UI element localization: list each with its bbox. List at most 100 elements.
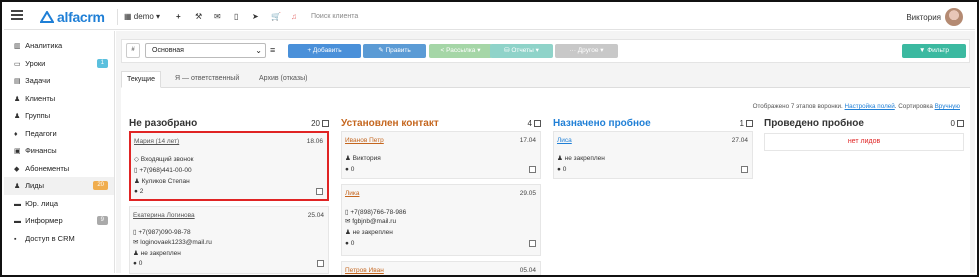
- count-badge: 9: [96, 216, 108, 225]
- sidebar-item-finance[interactable]: ▣ Финансы: [4, 142, 114, 160]
- cart-icon[interactable]: 🛒: [271, 12, 281, 21]
- sidebar-item-teachers[interactable]: ♦ Педагоги: [4, 125, 114, 143]
- sidebar-item-label: Финансы: [25, 146, 57, 155]
- stage-select-checkbox[interactable]: [322, 120, 329, 127]
- sidebar-item-analytics[interactable]: ▥ Аналитика: [4, 37, 114, 55]
- stage-column-unsorted: Не разобрано 20 Мария (14 лет) 18.06 ◇ В…: [129, 118, 329, 275]
- lead-card[interactable]: Петров Иван 05.04: [341, 261, 541, 275]
- lead-responsible: ♟ не закреплен: [557, 155, 605, 162]
- sidebar-item-groups[interactable]: ♟ Группы: [4, 107, 114, 125]
- count-badge: 1: [96, 58, 108, 68]
- tab-responsible[interactable]: Я — ответственный: [170, 71, 244, 88]
- grid-icon: ▦: [124, 12, 132, 21]
- lead-card[interactable]: Иванов Петр 17.04 ♟ Виктория ● 0: [341, 131, 541, 179]
- app-window: alfacrm ▦ demo ▾ + ⚒ ✉ ▯ ➤ 🛒 ♫ Поиск кли…: [0, 0, 979, 277]
- count-badge: 20: [93, 181, 108, 190]
- phone-icon[interactable]: ▯: [234, 12, 238, 21]
- lead-name-link[interactable]: Екатерина Логинова: [133, 212, 195, 219]
- main-area: # Основная ⌄ ≡ + Добавить ✎ Править < Рас…: [116, 31, 975, 275]
- stage-select-checkbox[interactable]: [746, 120, 753, 127]
- lead-card[interactable]: Мария (14 лет) 18.06 ◇ Входящий звонок ▯…: [129, 131, 329, 201]
- stage-count: 4: [528, 119, 541, 128]
- lead-card[interactable]: Екатерина Логинова 25.04 ▯ +7(987)090-98…: [129, 206, 329, 274]
- stage-count-value: 20: [311, 119, 320, 128]
- logo[interactable]: alfacrm: [40, 9, 105, 25]
- telegram-icon[interactable]: ➤: [252, 12, 259, 21]
- stage-title: Назначено пробное: [553, 118, 651, 129]
- sort-manual-link[interactable]: Вручную: [935, 103, 960, 110]
- sidebar-item-leads[interactable]: ♟ Лиды 20: [4, 177, 114, 195]
- avatar[interactable]: [945, 8, 963, 26]
- sort-label: . Сортировка: [894, 103, 935, 110]
- lead-name-link[interactable]: Мария (14 лет): [134, 138, 179, 145]
- reports-button[interactable]: ⛁ Отчеты ▾: [490, 44, 553, 58]
- list-icon[interactable]: ≡: [270, 45, 275, 55]
- filter-button[interactable]: ▼ Фильтр: [902, 44, 966, 58]
- lead-phone: ▯ +7(987)090-98-78: [133, 229, 191, 236]
- funnel-info-text: Отображено 7 этапов воронки.: [752, 103, 845, 110]
- other-button[interactable]: ··· Другое ▾: [555, 44, 618, 58]
- tag-icon: ◆: [14, 165, 20, 173]
- lead-select-checkbox[interactable]: [317, 260, 324, 267]
- user-name[interactable]: Виктория: [906, 13, 941, 22]
- funnel-info: Отображено 7 этапов воронки. Настройка п…: [753, 103, 960, 110]
- stage-select-checkbox[interactable]: [534, 120, 541, 127]
- sidebar-item-informer[interactable]: ▬ Информер 9: [4, 212, 114, 230]
- sidebar-item-label: Лиды: [25, 181, 44, 190]
- sidebar-item-crm-access[interactable]: ▪ Доступ в CRM: [4, 230, 114, 248]
- lead-select-checkbox[interactable]: [741, 166, 748, 173]
- view-select[interactable]: Основная ⌄: [145, 43, 266, 58]
- lead-comments-count: ● 2: [134, 188, 144, 195]
- sidebar-item-tasks[interactable]: ▤ Задачи: [4, 72, 114, 90]
- add-button[interactable]: + Добавить: [288, 44, 361, 58]
- sidebar-item-label: Абонементы: [25, 163, 70, 173]
- lead-responsible: ♟ не закреплен: [133, 250, 181, 257]
- account-switcher[interactable]: ▦ demo ▾: [124, 12, 160, 21]
- lead-select-checkbox[interactable]: [529, 166, 536, 173]
- user-plus-icon: ♟: [14, 183, 21, 190]
- mailing-button[interactable]: < Рассылка ▾: [429, 44, 492, 58]
- selected-view: Основная: [152, 47, 184, 54]
- users-icon: ♟: [14, 113, 21, 120]
- toolbar: # Основная ⌄ ≡ + Добавить ✎ Править < Рас…: [121, 39, 970, 63]
- sidebar-item-subscriptions[interactable]: ◆ Абонементы: [4, 160, 114, 178]
- lead-comments-count: ● 0: [345, 240, 355, 247]
- lead-card[interactable]: Лиса 27.04 ♟ не закреплен ● 0: [553, 131, 753, 179]
- lead-comments-count: ● 0: [557, 166, 567, 173]
- sidebar-item-clients[interactable]: ♟ Клиенты: [4, 90, 114, 108]
- lead-date: 25.04: [307, 212, 324, 219]
- account-name: demo: [133, 12, 154, 21]
- lead-select-checkbox[interactable]: [316, 188, 323, 195]
- lead-date: 05.04: [519, 267, 536, 274]
- sidebar-item-lessons[interactable]: ▭ Уроки 1: [4, 55, 114, 73]
- field-settings-link[interactable]: Настройка полей: [845, 103, 895, 110]
- mail-icon[interactable]: ✉: [214, 12, 221, 21]
- filter-prefix[interactable]: #: [126, 43, 140, 58]
- lead-name-link[interactable]: Лиса: [557, 137, 572, 144]
- tab-current[interactable]: Текущие: [121, 71, 161, 88]
- hamburger-menu-icon[interactable]: [11, 10, 23, 20]
- sidebar: ▥ Аналитика ▭ Уроки 1 ▤ Задачи ♟ Клиенты …: [4, 31, 115, 273]
- edit-button[interactable]: ✎ Править: [363, 44, 426, 58]
- tab-archive[interactable]: Архив (отказы): [254, 71, 312, 88]
- lead-name-link[interactable]: Лика: [345, 190, 360, 197]
- wrench-icon[interactable]: ⚒: [195, 12, 202, 21]
- lead-name-link[interactable]: Иванов Петр: [345, 137, 384, 144]
- stage-select-checkbox[interactable]: [957, 120, 964, 127]
- plus-icon[interactable]: +: [176, 12, 181, 21]
- caret-down-icon: ▾: [156, 12, 161, 21]
- lead-date: 18.06: [306, 138, 323, 145]
- sidebar-item-label: Уроки: [25, 58, 46, 68]
- lead-select-checkbox[interactable]: [529, 240, 536, 247]
- lead-comments-count: ● 0: [345, 166, 355, 173]
- lead-card[interactable]: Лика 29.05 ▯ +7(898)766-78-986 ✉ fgbjnb@…: [341, 184, 541, 256]
- search-input[interactable]: Поиск клиента: [311, 13, 358, 20]
- bell-icon[interactable]: ♫: [291, 12, 297, 21]
- sidebar-item-label: Клиенты: [25, 93, 56, 103]
- logo-text: alfacrm: [57, 9, 105, 25]
- lead-comments-count: ● 0: [133, 260, 143, 267]
- sidebar-item-label: Задачи: [25, 76, 51, 85]
- user-icon: ♟: [14, 95, 21, 103]
- lead-name-link[interactable]: Петров Иван: [345, 267, 384, 274]
- sidebar-item-legal-entities[interactable]: ▬ Юр. лица: [4, 195, 114, 213]
